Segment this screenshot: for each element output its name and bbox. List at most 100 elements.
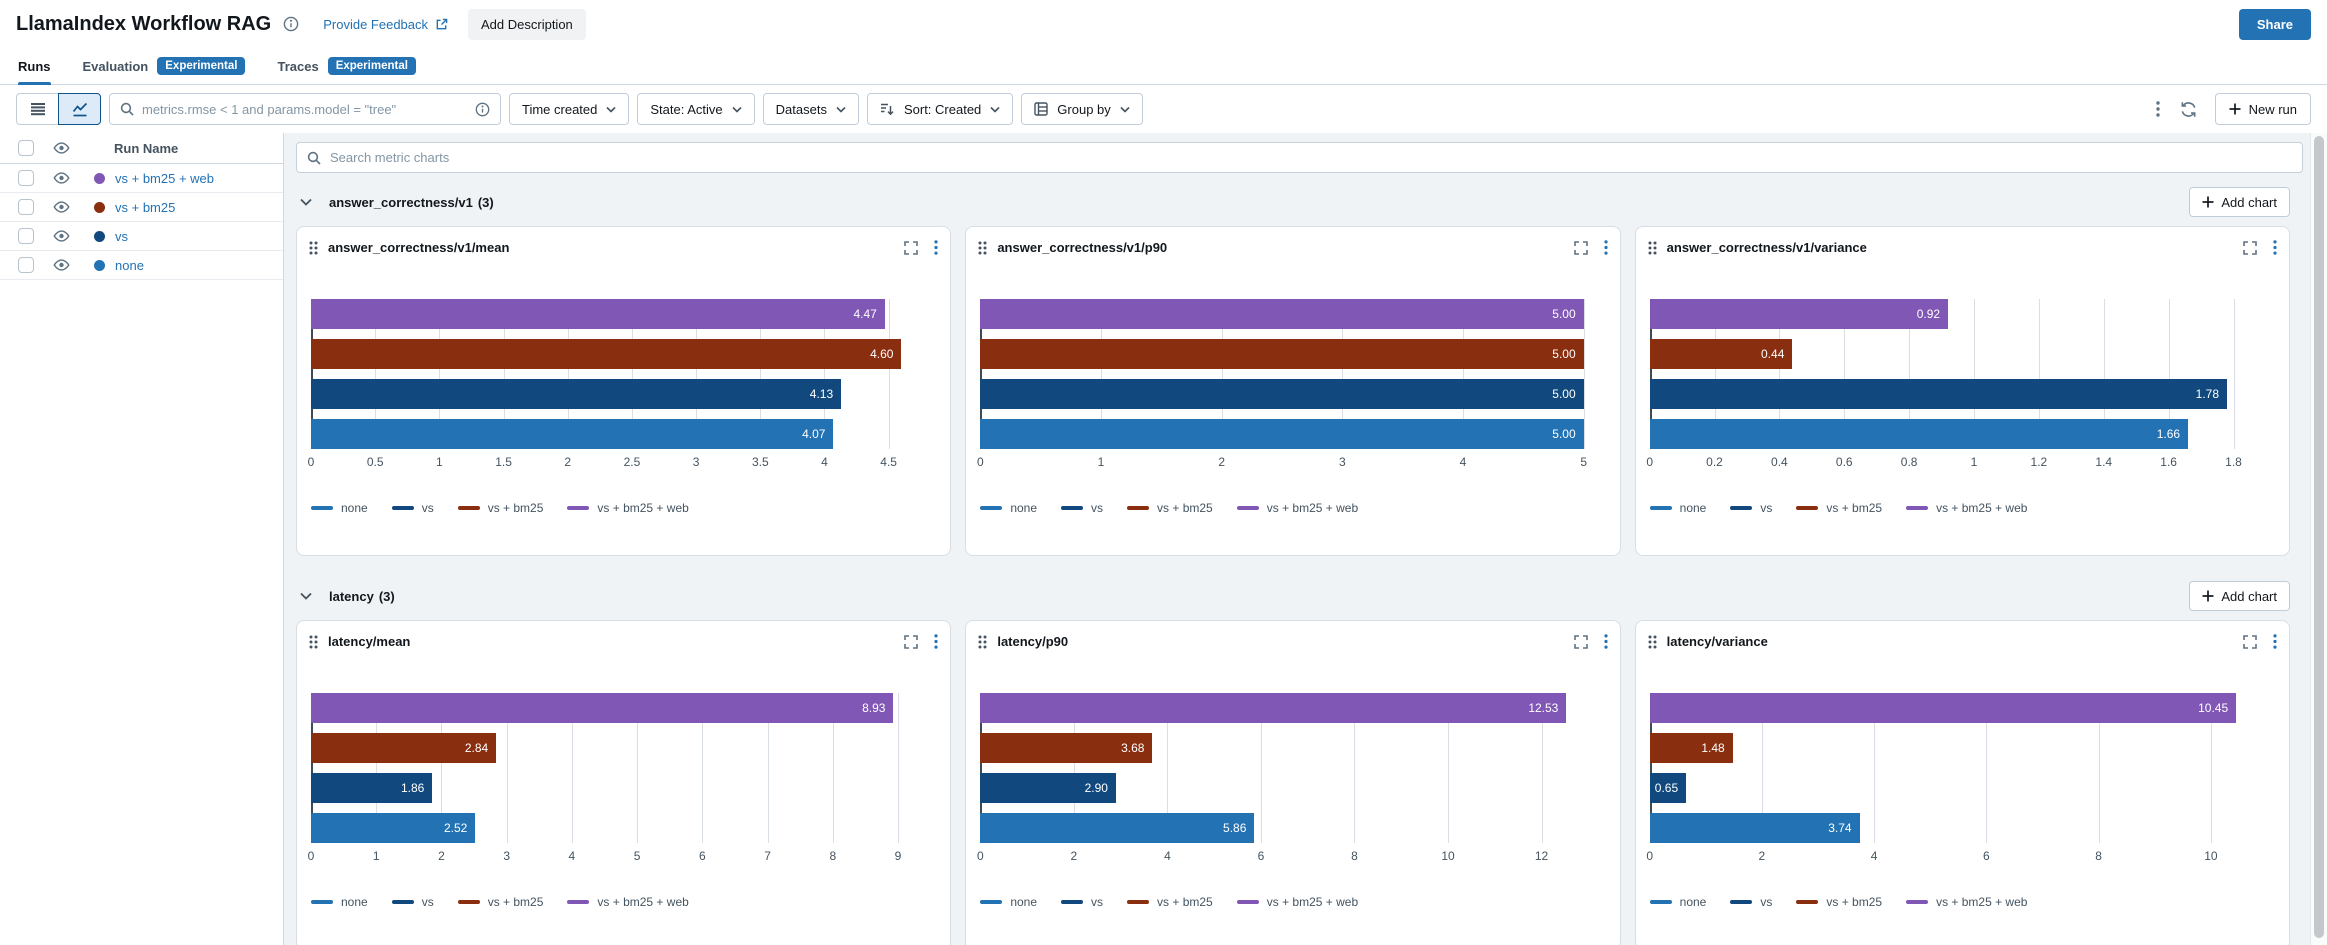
bar-vs[interactable]: 1.78 xyxy=(1650,379,2227,409)
search-info-icon[interactable] xyxy=(475,102,490,117)
expand-icon[interactable] xyxy=(1574,635,1588,649)
run-search-input[interactable] xyxy=(142,102,467,117)
expand-icon[interactable] xyxy=(904,635,918,649)
section-collapse-icon[interactable] xyxy=(300,592,312,600)
group-by-dropdown[interactable]: Group by xyxy=(1021,93,1142,125)
metric-chart-search-input[interactable] xyxy=(330,150,2292,165)
refresh-button[interactable] xyxy=(2178,99,2199,120)
bar-vs-bm25-web[interactable]: 4.47 xyxy=(311,299,885,329)
scrollbar-thumb[interactable] xyxy=(2314,136,2324,938)
chart-kebab-icon[interactable] xyxy=(934,634,938,649)
bar-none[interactable]: 5.00 xyxy=(980,419,1583,449)
chart-kebab-icon[interactable] xyxy=(1604,240,1608,255)
run-checkbox[interactable] xyxy=(18,257,34,273)
bar-vs[interactable]: 5.00 xyxy=(980,379,1583,409)
tab-evaluation[interactable]: Evaluation Experimental xyxy=(83,48,246,84)
legend-item[interactable]: vs xyxy=(1061,895,1103,909)
drag-handle-icon[interactable] xyxy=(978,241,987,255)
legend-item[interactable]: vs + bm25 xyxy=(1796,501,1882,515)
run-name-link[interactable]: vs xyxy=(115,229,128,244)
legend-item[interactable]: vs + bm25 + web xyxy=(1237,501,1358,515)
drag-handle-icon[interactable] xyxy=(309,635,318,649)
state-dropdown[interactable]: State: Active xyxy=(637,93,754,125)
time-created-dropdown[interactable]: Time created xyxy=(509,93,629,125)
visibility-all-icon[interactable] xyxy=(53,142,70,154)
section-collapse-icon[interactable] xyxy=(300,198,312,206)
bar-vs-bm25[interactable]: 1.48 xyxy=(1650,733,1733,763)
legend-item[interactable]: vs + bm25 + web xyxy=(1906,895,2027,909)
expand-icon[interactable] xyxy=(1574,241,1588,255)
sort-dropdown[interactable]: Sort: Created xyxy=(867,93,1013,125)
legend-item[interactable]: vs xyxy=(392,895,434,909)
expand-icon[interactable] xyxy=(904,241,918,255)
bar-none[interactable]: 5.86 xyxy=(980,813,1254,843)
legend-item[interactable]: none xyxy=(980,501,1037,515)
chart-kebab-icon[interactable] xyxy=(934,240,938,255)
legend-item[interactable]: vs + bm25 xyxy=(1127,895,1213,909)
bar-vs[interactable]: 4.13 xyxy=(311,379,841,409)
bar-vs-bm25-web[interactable]: 10.45 xyxy=(1650,693,2236,723)
datasets-dropdown[interactable]: Datasets xyxy=(763,93,859,125)
legend-item[interactable]: none xyxy=(980,895,1037,909)
legend-item[interactable]: vs + bm25 xyxy=(1796,895,1882,909)
bar-vs-bm25-web[interactable]: 5.00 xyxy=(980,299,1583,329)
vertical-scrollbar[interactable] xyxy=(2310,133,2327,945)
expand-icon[interactable] xyxy=(2243,241,2257,255)
legend-item[interactable]: vs + bm25 + web xyxy=(567,501,688,515)
legend-item[interactable]: vs xyxy=(392,501,434,515)
visibility-eye-icon[interactable] xyxy=(53,201,70,213)
run-checkbox[interactable] xyxy=(18,199,34,215)
drag-handle-icon[interactable] xyxy=(978,635,987,649)
info-icon[interactable] xyxy=(283,16,299,32)
legend-item[interactable]: vs + bm25 xyxy=(458,895,544,909)
visibility-eye-icon[interactable] xyxy=(53,259,70,271)
bar-vs-bm25[interactable]: 5.00 xyxy=(980,339,1583,369)
run-checkbox[interactable] xyxy=(18,228,34,244)
drag-handle-icon[interactable] xyxy=(1648,241,1657,255)
legend-item[interactable]: none xyxy=(1650,895,1707,909)
chart-kebab-icon[interactable] xyxy=(2273,240,2277,255)
bar-vs-bm25-web[interactable]: 8.93 xyxy=(311,693,893,723)
bar-vs-bm25-web[interactable]: 12.53 xyxy=(980,693,1566,723)
run-checkbox[interactable] xyxy=(18,170,34,186)
legend-item[interactable]: none xyxy=(311,501,368,515)
chart-view-button[interactable] xyxy=(58,93,101,125)
share-button[interactable]: Share xyxy=(2239,9,2311,40)
bar-vs-bm25[interactable]: 3.68 xyxy=(980,733,1152,763)
bar-none[interactable]: 1.66 xyxy=(1650,419,2188,449)
legend-item[interactable]: vs + bm25 + web xyxy=(567,895,688,909)
legend-item[interactable]: vs + bm25 + web xyxy=(1237,895,1358,909)
bar-none[interactable]: 2.52 xyxy=(311,813,475,843)
expand-icon[interactable] xyxy=(2243,635,2257,649)
bar-vs[interactable]: 2.90 xyxy=(980,773,1116,803)
add-description-button[interactable]: Add Description xyxy=(468,9,586,40)
run-name-link[interactable]: none xyxy=(115,258,144,273)
add-chart-button[interactable]: Add chart xyxy=(2189,581,2290,611)
run-name-link[interactable]: vs + bm25 xyxy=(115,200,175,215)
bar-vs[interactable]: 0.65 xyxy=(1650,773,1686,803)
provide-feedback-link[interactable]: Provide Feedback xyxy=(323,17,448,32)
more-options-button[interactable] xyxy=(2154,99,2162,119)
legend-item[interactable]: vs xyxy=(1730,501,1772,515)
tab-runs[interactable]: Runs xyxy=(18,48,51,84)
legend-item[interactable]: vs + bm25 + web xyxy=(1906,501,2027,515)
drag-handle-icon[interactable] xyxy=(309,241,318,255)
list-view-button[interactable] xyxy=(16,93,59,125)
tab-traces[interactable]: Traces Experimental xyxy=(277,48,415,84)
drag-handle-icon[interactable] xyxy=(1648,635,1657,649)
bar-vs[interactable]: 1.86 xyxy=(311,773,432,803)
bar-none[interactable]: 3.74 xyxy=(1650,813,1860,843)
select-all-checkbox[interactable] xyxy=(18,140,34,156)
legend-item[interactable]: vs + bm25 xyxy=(1127,501,1213,515)
legend-item[interactable]: none xyxy=(1650,501,1707,515)
legend-item[interactable]: vs xyxy=(1730,895,1772,909)
chart-kebab-icon[interactable] xyxy=(2273,634,2277,649)
new-run-button[interactable]: New run xyxy=(2215,93,2311,125)
add-chart-button[interactable]: Add chart xyxy=(2189,187,2290,217)
bar-vs-bm25[interactable]: 4.60 xyxy=(311,339,901,369)
bar-vs-bm25-web[interactable]: 0.92 xyxy=(1650,299,1948,329)
legend-item[interactable]: vs xyxy=(1061,501,1103,515)
legend-item[interactable]: vs + bm25 xyxy=(458,501,544,515)
visibility-eye-icon[interactable] xyxy=(53,172,70,184)
bar-vs-bm25[interactable]: 0.44 xyxy=(1650,339,1793,369)
